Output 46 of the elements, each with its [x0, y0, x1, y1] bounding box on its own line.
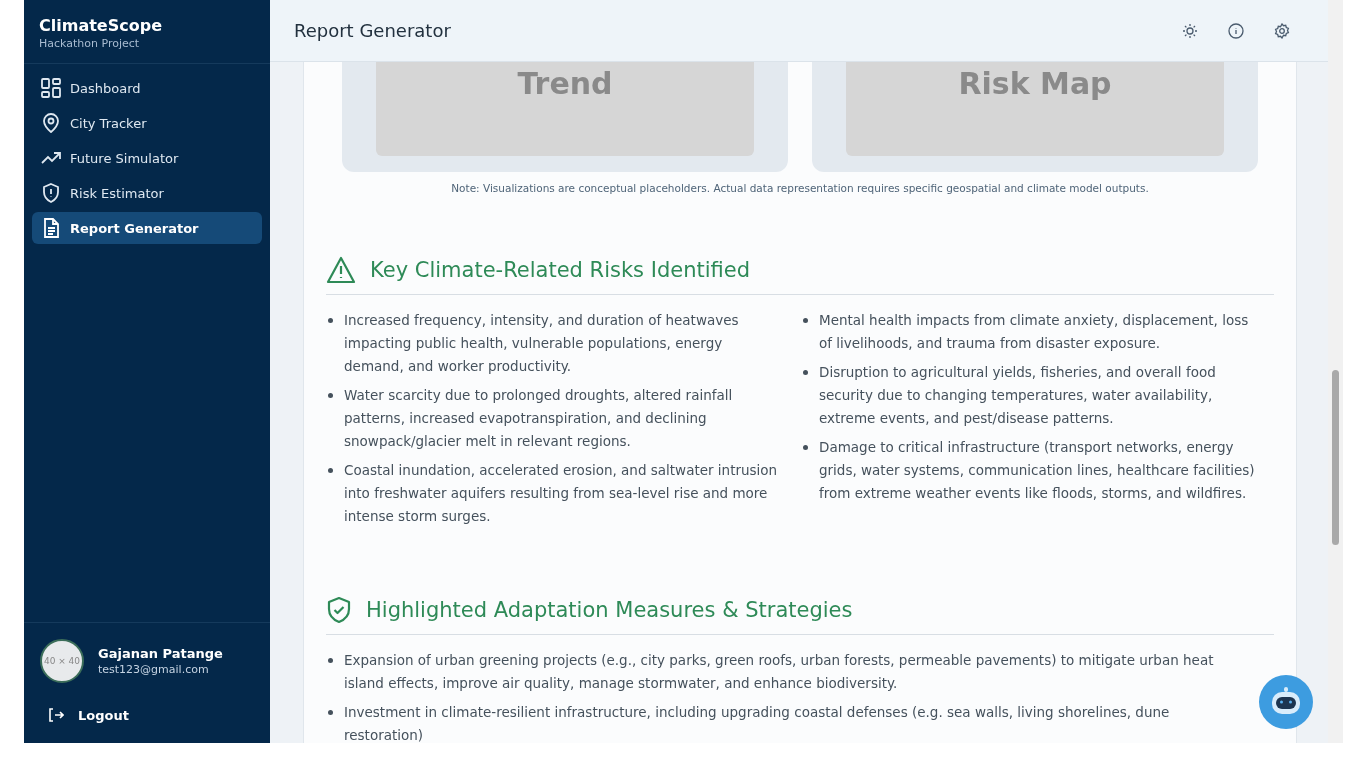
document-icon — [41, 218, 61, 238]
warning-icon — [326, 256, 356, 284]
bullet-icon — [803, 445, 808, 450]
bullet-item: Disruption to agricultural yields, fisheries, and overall food security due to changing temperatures, water availability, extreme events, and pest/disease patterns. — [819, 363, 1217, 428]
placeholder-label: Risk Map — [958, 66, 1112, 101]
nav-item[interactable]: Risk Estimator — [32, 177, 262, 209]
bullet-item: Mental health impacts from climate anxiety, displacement, loss of livelihoods, and trauma from disaster exposure. — [819, 311, 1250, 353]
bullet-icon — [328, 468, 333, 473]
grid-icon — [41, 78, 61, 98]
app-title: ClimateScope — [39, 16, 163, 35]
note-text: Note: Visualizations are conceptual placeholders. Actual data representation requires specific geospatial and climate model outputs. — [450, 182, 1150, 194]
bullet-item: Increased frequency, intensity, and duration of heatwaves impacting public health, vulnerable populations, energy demand, and worker productivity. — [344, 311, 740, 376]
bullet-icon — [803, 370, 808, 375]
logout-button[interactable]: Logout — [24, 699, 270, 743]
shield-check-icon — [326, 596, 352, 624]
nav-item[interactable]: Report Generator — [32, 212, 262, 244]
bullet-icon — [328, 393, 333, 398]
avatar: 40 × 40 — [40, 639, 84, 683]
placeholder-label: Trend — [517, 66, 613, 101]
sun-icon[interactable] — [1182, 22, 1198, 39]
bullet-icon — [328, 318, 333, 323]
user-name: Gajanan Patange — [98, 646, 223, 661]
bullet-item: Coastal inundation, accelerated erosion, and saltwater intrusion into freshwater aquifers resulting from sea-level rise and more intense storm surges. — [344, 461, 779, 526]
page-title: Report Generator — [294, 20, 451, 41]
app-subtitle: Hackathon Project — [39, 37, 141, 50]
nav-item[interactable]: Future Simulator — [32, 142, 262, 174]
bullet-item: Water scarcity due to prolonged droughts, altered rainfall patterns, increased evapotranspiration, and declining snowpack/glacier melt in relevant regions. — [344, 386, 734, 451]
robot-icon — [1269, 687, 1303, 717]
nav-item[interactable]: City Tracker — [32, 107, 262, 139]
bullet-item: Investment in climate-resilient infrastructure, including upgrading coastal defenses (e.g. sea walls, living shorelines, dune restoration) — [344, 703, 1171, 743]
logout-icon — [48, 707, 64, 723]
location-pin-icon — [41, 113, 61, 133]
shield-icon — [41, 183, 61, 203]
bullet-item: Damage to critical infrastructure (transport networks, energy grids, water systems, communication lines, healthcare facilities) from extreme weather events like floods, storms, and wildfires. — [819, 438, 1256, 503]
bullet-icon — [328, 710, 333, 715]
user-email: test123@gmail.com — [98, 663, 210, 676]
settings-icon[interactable] — [1274, 22, 1290, 39]
nav-item[interactable]: Dashboard — [32, 72, 262, 104]
section-heading: Highlighted Adaptation Measures & Strategies — [366, 598, 853, 622]
bullet-item: Expansion of urban greening projects (e.g., city parks, green roofs, urban forests, permeable pavements) to mitigate urban heat island effects, improve air quality, manage stormwater, and enhance biodiversity. — [344, 651, 1215, 693]
bullet-icon — [803, 318, 808, 323]
scrollbar-thumb[interactable] — [1332, 370, 1339, 545]
info-icon[interactable] — [1228, 22, 1244, 39]
scrollbar[interactable] — [1328, 0, 1343, 743]
bullet-icon — [328, 658, 333, 663]
section-heading: Key Climate-Related Risks Identified — [370, 258, 750, 282]
